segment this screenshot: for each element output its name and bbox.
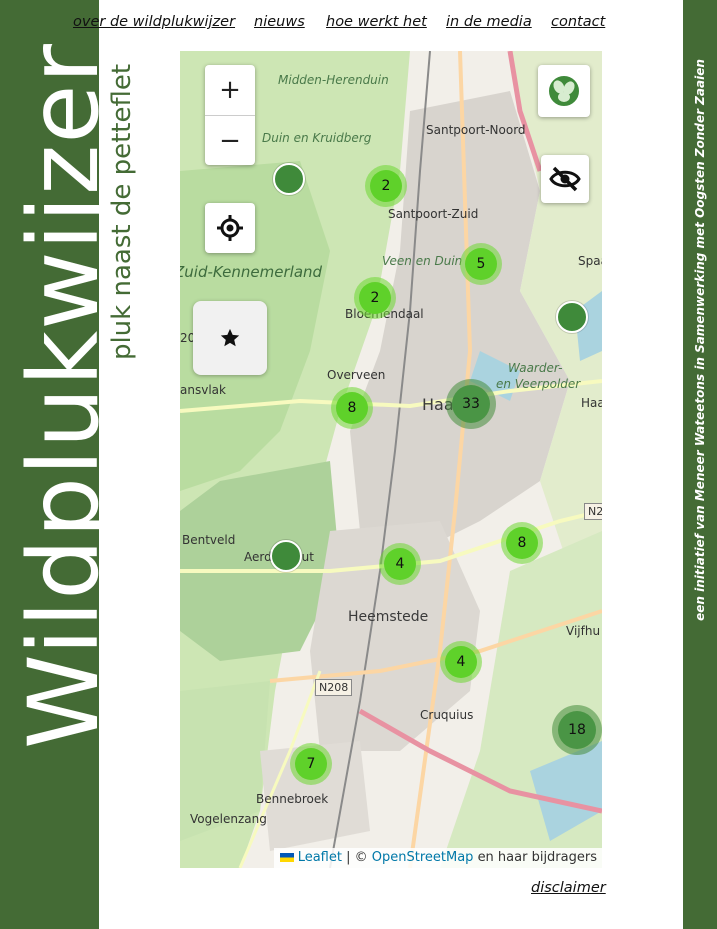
map-label: Cruquius	[420, 708, 474, 722]
cluster-marker[interactable]: 18	[552, 705, 602, 755]
nav-link-in-de-media[interactable]: in de media	[446, 14, 532, 30]
attribution-separator: | ©	[346, 850, 368, 865]
brand-subtitle: pluk naast de petteflet	[107, 63, 137, 361]
leaflet-link[interactable]: Leaflet	[298, 850, 342, 865]
cluster-marker[interactable]: 8	[331, 387, 373, 429]
cluster-count: 8	[336, 392, 368, 424]
map-label: Vijfhu	[566, 624, 601, 638]
cluster-marker[interactable]: 2	[365, 165, 407, 207]
nav-link-over[interactable]: over de wildplukwijzer	[73, 14, 235, 30]
cluster-count: 5	[465, 248, 497, 280]
cluster-marker[interactable]: 4	[379, 543, 421, 585]
plant-marker-icon[interactable]	[273, 163, 305, 195]
map-label: ansvlak	[180, 383, 226, 397]
cluster-count: 8	[506, 527, 538, 559]
map-label: Zuid-Kennemerland	[180, 263, 323, 281]
plant-marker-icon[interactable]	[556, 301, 588, 333]
brand-title: Wildplukwijzer	[8, 43, 120, 749]
cluster-marker[interactable]: 33	[446, 379, 496, 429]
cluster-count: 18	[558, 711, 596, 749]
locate-button[interactable]	[205, 203, 255, 253]
top-navigation: over de wildplukwijzer nieuws hoe werkt …	[73, 14, 605, 34]
cluster-marker[interactable]: 4	[440, 641, 482, 683]
plants-layer-icon	[547, 74, 581, 108]
osm-link[interactable]: OpenStreetMap	[372, 850, 474, 865]
zoom-out-button[interactable]: −	[205, 116, 255, 166]
cluster-marker[interactable]: 5	[460, 243, 502, 285]
map-label: Spaa	[578, 254, 602, 268]
cluster-count: 4	[384, 548, 416, 580]
map-label: Duin en Kruidberg	[262, 131, 372, 145]
road-shield: N2	[584, 503, 602, 520]
nav-link-nieuws[interactable]: nieuws	[254, 14, 305, 30]
attribution-suffix: en haar bijdragers	[477, 850, 597, 865]
map-label: Bennebroek	[256, 792, 329, 806]
zoom-in-button[interactable]: +	[205, 65, 255, 116]
map-label: Overveen	[327, 368, 386, 382]
map-label: Veen en Duin	[382, 254, 463, 268]
toggle-visibility-button[interactable]	[541, 155, 589, 203]
map-label: Bentveld	[182, 533, 236, 547]
eye-slash-icon	[549, 166, 581, 192]
map-label: Santpoort-Zuid	[388, 207, 479, 221]
cluster-count: 33	[452, 385, 490, 423]
cluster-count: 4	[445, 646, 477, 678]
ukraine-flag-icon	[279, 853, 294, 862]
cluster-count: 2	[359, 282, 391, 314]
plant-marker-icon[interactable]	[270, 540, 302, 572]
layers-button[interactable]	[538, 65, 590, 117]
map-label: Midden-Herenduin	[278, 73, 389, 87]
map-label: en Veerpolder	[496, 377, 581, 391]
cluster-marker[interactable]: 8	[501, 522, 543, 564]
cluster-marker[interactable]: 2	[354, 277, 396, 319]
map-attribution: Leaflet | © OpenStreetMap en haar bijdra…	[273, 848, 602, 868]
favorites-button[interactable]	[193, 301, 267, 375]
star-icon	[220, 328, 240, 347]
credit-text: een initiatief van Meneer Wateetons in S…	[693, 59, 707, 621]
map-view[interactable]: Midden-Herenduin Duin en Kruidberg Santp…	[180, 51, 602, 868]
nav-link-contact[interactable]: contact	[551, 14, 605, 30]
road-shield: N208	[315, 679, 353, 696]
cluster-count: 7	[295, 748, 327, 780]
map-label: Haa	[581, 396, 602, 410]
disclaimer-link[interactable]: disclaimer	[531, 880, 606, 896]
zoom-control: + −	[205, 65, 255, 165]
map-label: Heemstede	[348, 609, 429, 625]
map-label: Vogelenzang	[190, 812, 267, 826]
cluster-count: 2	[370, 170, 402, 202]
nav-link-hoe-werkt-het[interactable]: hoe werkt het	[326, 14, 427, 30]
crosshair-icon	[217, 215, 243, 241]
map-label: Waarder-	[508, 361, 563, 375]
map-label: Santpoort-Noord	[426, 123, 526, 137]
cluster-marker[interactable]: 7	[290, 743, 332, 785]
